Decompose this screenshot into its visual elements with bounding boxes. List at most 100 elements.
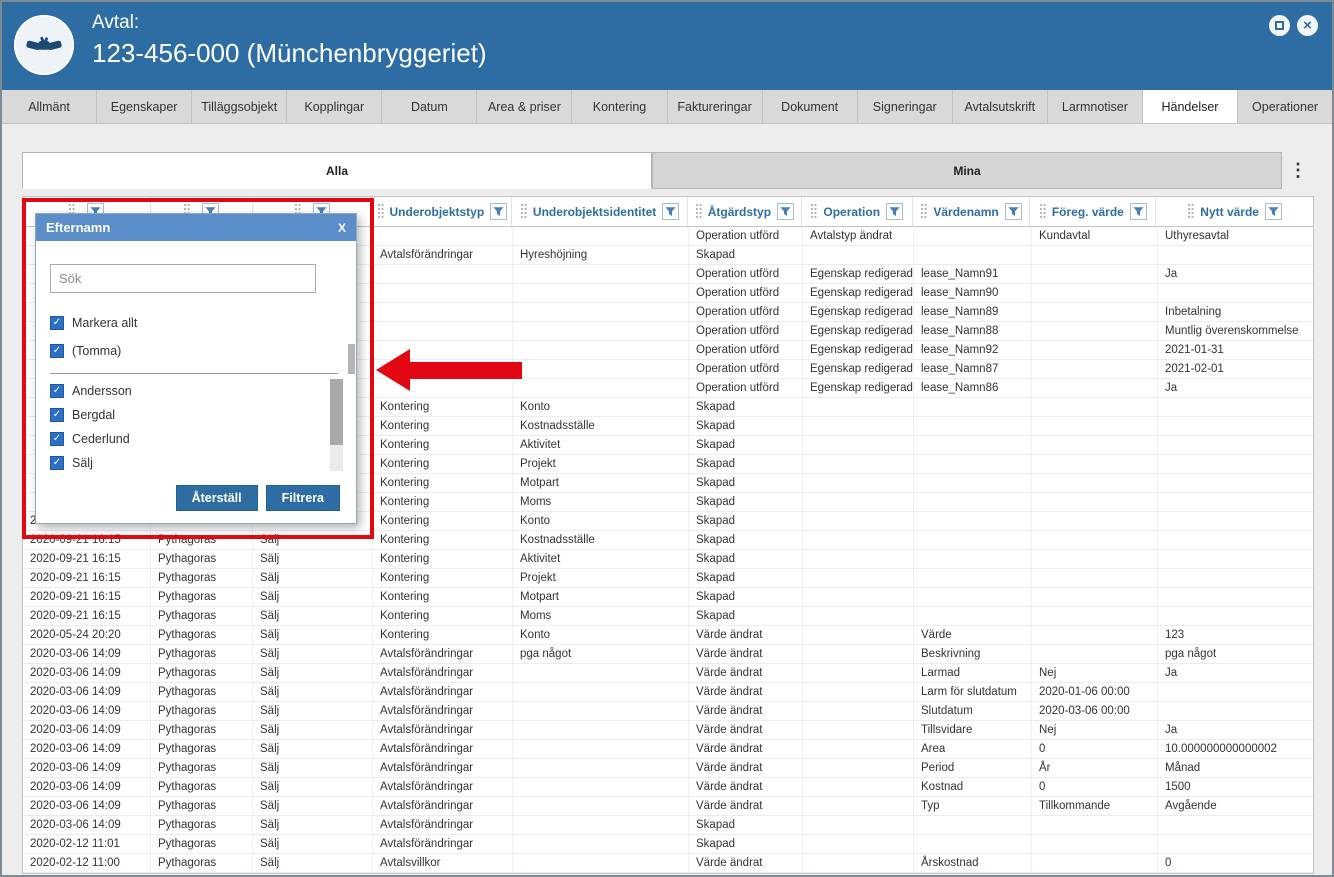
checkbox-checked-icon[interactable]: ✓ (50, 316, 64, 330)
filter-value-item[interactable]: ✓Andersson (50, 383, 342, 398)
table-cell: Värde ändrat (689, 645, 803, 663)
more-menu-icon[interactable]: ⋮ (1282, 152, 1314, 189)
close-window-button[interactable]: × (1297, 15, 1318, 36)
list-scrollbar[interactable] (330, 379, 343, 471)
table-cell: Kontering (373, 569, 513, 587)
tab-kontering[interactable]: Kontering (572, 90, 667, 123)
list-scrollbar-thumb[interactable] (330, 379, 343, 445)
popup-scrollbar-thumb[interactable] (348, 344, 355, 374)
filter-value-item[interactable]: ✓Sälj (50, 455, 342, 470)
checkbox-checked-icon[interactable]: ✓ (50, 344, 64, 358)
table-row[interactable]: 2020-03-06 14:09PythagorasSäljAvtalsförä… (23, 740, 1313, 759)
checkbox-checked-icon[interactable]: ✓ (50, 456, 64, 470)
column-header-operation[interactable]: Operation (802, 197, 913, 226)
table-row[interactable]: 2020-03-06 14:09PythagorasSäljAvtalsförä… (23, 702, 1313, 721)
table-row[interactable]: 2020-09-21 16:15PythagorasSäljKonteringM… (23, 607, 1313, 626)
table-row[interactable]: 2020-09-21 16:15PythagorasSäljKonteringK… (23, 531, 1313, 550)
drag-handle-icon[interactable] (520, 204, 527, 219)
tab-kopplingar[interactable]: Kopplingar (287, 90, 382, 123)
checkbox-checked-icon[interactable]: ✓ (50, 432, 64, 446)
tab-larmnotiser[interactable]: Larmnotiser (1048, 90, 1143, 123)
filter-value-item[interactable]: ✓Bergdal (50, 407, 342, 422)
checkbox-checked-icon[interactable]: ✓ (50, 408, 64, 422)
table-cell: Pythagoras (151, 759, 253, 777)
table-cell: Pythagoras (151, 702, 253, 720)
table-row[interactable]: 2020-03-06 14:09PythagorasSäljAvtalsförä… (23, 759, 1313, 778)
window-controls: × (1269, 15, 1318, 36)
table-cell: Egenskap redigerad (803, 284, 914, 302)
table-cell: Skapad (689, 246, 803, 264)
table-row[interactable]: 2020-09-21 16:15PythagorasSäljKonteringM… (23, 588, 1313, 607)
table-row[interactable]: 2020-03-06 14:09PythagorasSäljAvtalsförä… (23, 683, 1313, 702)
app-window: Avtal: 123-456-000 (Münchenbryggeriet) ×… (0, 0, 1334, 877)
table-cell: Aktivitet (513, 436, 689, 454)
drag-handle-icon[interactable] (377, 204, 384, 219)
column-filter-button[interactable] (1005, 203, 1022, 220)
filter-search-input[interactable] (50, 264, 316, 293)
table-cell (914, 607, 1032, 625)
column-filter-button[interactable] (777, 203, 794, 220)
drag-handle-icon[interactable] (810, 204, 817, 219)
tab-area-priser[interactable]: Area & priser (477, 90, 572, 123)
popup-close-icon[interactable]: X (338, 221, 346, 235)
table-row[interactable]: 2020-03-06 14:09PythagorasSäljAvtalsförä… (23, 778, 1313, 797)
tab-signeringar[interactable]: Signeringar (858, 90, 953, 123)
table-cell (1158, 493, 1315, 511)
table-row[interactable]: 2020-03-06 14:09PythagorasSäljAvtalsförä… (23, 645, 1313, 664)
table-cell: Konto (513, 398, 689, 416)
table-cell: Kontering (373, 417, 513, 435)
subtab-mina[interactable]: Mina (652, 152, 1282, 189)
table-row[interactable]: 2020-02-12 11:01PythagorasSäljAvtalsförä… (23, 835, 1313, 854)
table-cell: Sälj (253, 626, 373, 644)
column-header-värdenamn[interactable]: Värdenamn (913, 197, 1031, 226)
table-cell (1158, 816, 1315, 834)
column-header-underobjektsidentitet[interactable]: Underobjektsidentitet (512, 197, 688, 226)
popup-body: ✓ Markera allt ✓ (Tomma) ✓Andersson ✓Berg… (36, 241, 356, 524)
column-header-underobjektstyp[interactable]: Underobjektstyp (372, 197, 512, 226)
tab-operationer[interactable]: Operationer (1238, 90, 1332, 123)
table-cell: Nej (1032, 664, 1158, 682)
select-all-checkbox[interactable]: ✓ Markera allt (50, 315, 342, 330)
popup-titlebar[interactable]: Efternamn X (36, 214, 356, 241)
tab-datum[interactable]: Datum (382, 90, 477, 123)
tab-dokument[interactable]: Dokument (763, 90, 858, 123)
table-cell (803, 398, 914, 416)
drag-handle-icon[interactable] (695, 204, 702, 219)
restore-window-button[interactable] (1269, 15, 1290, 36)
tab-tilläggsobjekt[interactable]: Tilläggsobjekt (192, 90, 287, 123)
column-header-nytt-värde[interactable]: Nytt värde (1156, 197, 1313, 226)
table-row[interactable]: 2020-03-06 14:09PythagorasSäljAvtalsförä… (23, 664, 1313, 683)
table-cell (1158, 474, 1315, 492)
reset-filter-button[interactable]: Återställ (176, 485, 258, 511)
table-row[interactable]: 2020-03-06 14:09PythagorasSäljAvtalsförä… (23, 721, 1313, 740)
drag-handle-icon[interactable] (920, 204, 927, 219)
column-filter-button[interactable] (886, 203, 903, 220)
column-header-åtgärdstyp[interactable]: Åtgärdstyp (688, 197, 802, 226)
subtab-alla[interactable]: Alla (22, 152, 652, 189)
column-filter-button[interactable] (1130, 203, 1147, 220)
empty-values-checkbox[interactable]: ✓ (Tomma) (50, 343, 342, 358)
table-row[interactable]: 2020-09-21 16:15PythagorasSäljKonteringP… (23, 569, 1313, 588)
column-filter-button[interactable] (662, 203, 679, 220)
tab-allmänt[interactable]: Allmänt (2, 90, 97, 123)
table-row[interactable]: 2020-03-06 14:09PythagorasSäljAvtalsförä… (23, 816, 1313, 835)
filter-value-item[interactable]: ✓Cederlund (50, 431, 342, 446)
popup-buttons: Återställ Filtrera (176, 485, 340, 511)
tab-händelser[interactable]: Händelser (1143, 90, 1238, 123)
drag-handle-icon[interactable] (1039, 204, 1046, 219)
table-row[interactable]: 2020-03-06 14:09PythagorasSäljAvtalsförä… (23, 797, 1313, 816)
tab-avtalsutskrift[interactable]: Avtalsutskrift (953, 90, 1048, 123)
tab-egenskaper[interactable]: Egenskaper (97, 90, 192, 123)
table-cell (914, 417, 1032, 435)
table-row[interactable]: 2020-05-24 20:20PythagorasSäljKonteringK… (23, 626, 1313, 645)
table-cell: Pythagoras (151, 645, 253, 663)
checkbox-checked-icon[interactable]: ✓ (50, 384, 64, 398)
table-row[interactable]: 2020-09-21 16:15PythagorasSäljKonteringA… (23, 550, 1313, 569)
drag-handle-icon[interactable] (1187, 204, 1194, 219)
column-filter-button[interactable] (490, 203, 507, 220)
table-row[interactable]: 2020-02-12 11:00PythagorasSäljAvtalsvill… (23, 854, 1313, 873)
column-header-föreg-värde[interactable]: Föreg. värde (1030, 197, 1156, 226)
column-filter-button[interactable] (1265, 203, 1282, 220)
apply-filter-button[interactable]: Filtrera (266, 485, 340, 511)
tab-faktureringar[interactable]: Faktureringar (668, 90, 763, 123)
